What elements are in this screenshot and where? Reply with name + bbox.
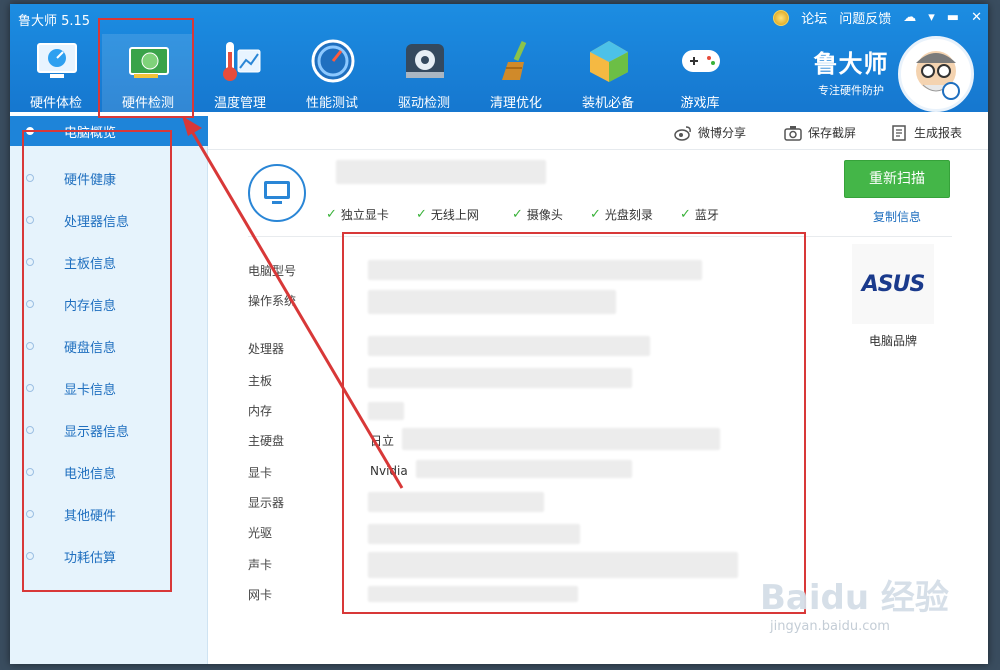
app-window: 鲁大师 5.15 论坛 问题反馈 ☁ ▾ ▬ ✕ 硬件体检 硬件检测 温度管理 … [10,4,988,664]
watermark-sub: jingyan.baidu.com [770,619,890,634]
watermark-main: Baidu 经验 [760,578,949,618]
baidu-watermark: Baidu 经验 jingyan.baidu.com [760,570,990,660]
annotation-arrow [182,116,404,489]
